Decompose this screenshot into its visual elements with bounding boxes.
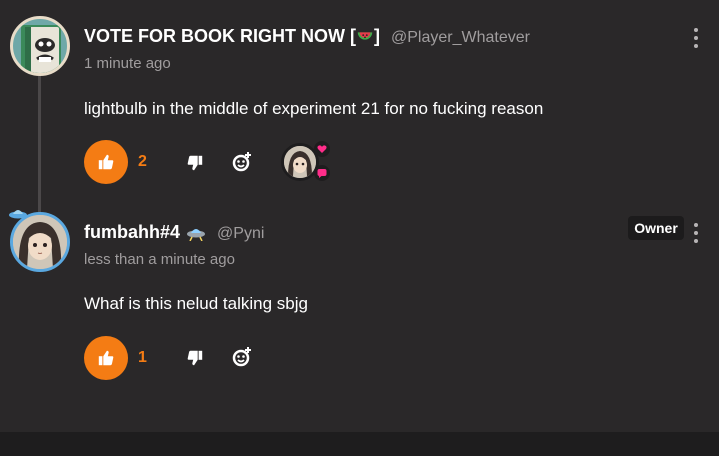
- like-count: 1: [138, 349, 147, 366]
- add-reaction-icon: [232, 152, 251, 172]
- anime-character-avatar: [13, 215, 67, 269]
- comment-author[interactable]: VOTE FOR BOOK RIGHT NOW [] @Player_Whate…: [84, 26, 530, 47]
- username-prefix: VOTE FOR BOOK RIGHT NOW [: [84, 26, 356, 46]
- thumbs-up-icon: [98, 154, 114, 170]
- user-handle[interactable]: @Player_Whatever: [391, 29, 530, 46]
- add-reaction-button[interactable]: [231, 346, 253, 368]
- user-handle[interactable]: @Pyni: [217, 225, 264, 242]
- ufo-icon: [187, 229, 206, 242]
- dislike-button[interactable]: [184, 347, 206, 369]
- footer-bar: [0, 432, 719, 456]
- thumbs-down-icon: [187, 350, 203, 366]
- username-suffix: ]: [374, 26, 380, 46]
- like-count: 2: [138, 153, 147, 170]
- timestamp: 1 minute ago: [84, 55, 171, 72]
- user-avatar[interactable]: [10, 16, 70, 76]
- thread-connector: [38, 74, 41, 220]
- book-character-avatar: [21, 25, 61, 73]
- like-button[interactable]: [84, 336, 128, 380]
- user-avatar[interactable]: [10, 212, 70, 272]
- thumbs-up-icon: [98, 350, 114, 366]
- username: fumbahh#4: [84, 222, 181, 242]
- thumbs-down-icon: [187, 155, 203, 171]
- comment-text: lightbulb in the middle of experiment 21…: [84, 99, 544, 118]
- add-reaction-icon: [232, 347, 251, 367]
- chat-bubble-icon: [314, 165, 330, 181]
- anime-character-avatar: [284, 146, 316, 178]
- more-options-icon[interactable]: [690, 28, 702, 48]
- more-options-icon[interactable]: [690, 223, 702, 243]
- comment-author[interactable]: fumbahh#4 @Pyni: [84, 222, 264, 243]
- heart-icon: [314, 141, 330, 157]
- timestamp: less than a minute ago: [84, 251, 235, 268]
- comment-text: Whaf is this nelud talking sbjg: [84, 294, 308, 313]
- dislike-button[interactable]: [184, 152, 206, 174]
- watermelon-icon: [357, 32, 373, 40]
- owner-badge: Owner: [628, 216, 684, 240]
- add-reaction-button[interactable]: [231, 151, 253, 173]
- like-button[interactable]: [84, 140, 128, 184]
